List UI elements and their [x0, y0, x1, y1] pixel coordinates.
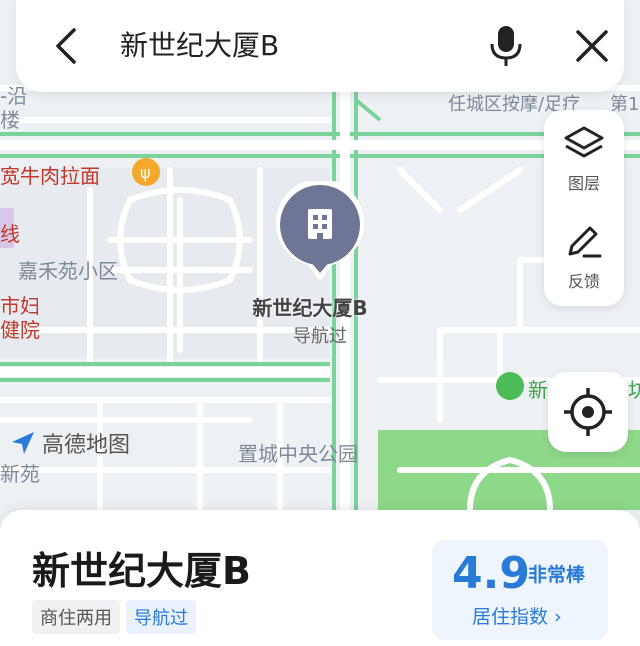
brand-logo: 高德地图 [10, 428, 130, 458]
living-score: 4.9 [452, 548, 530, 599]
living-index-card[interactable]: 4.9 非常棒 居住指数 › [432, 540, 608, 640]
pin-title[interactable]: 新世纪大厦B [240, 292, 380, 321]
crosshair-icon [564, 388, 612, 436]
green-poi-icon[interactable] [496, 372, 524, 400]
place-detail-sheet[interactable]: 新世纪大厦B 商住两用 导航过 4.9 非常棒 居住指数 › [0, 510, 640, 646]
feedback-label: 反馈 [567, 272, 600, 291]
close-icon[interactable] [572, 26, 612, 66]
map-label-green-poi[interactable]: 新 [528, 374, 548, 403]
map-label-edge-lou: 楼 [0, 108, 20, 132]
map-label-green-poi-suffix: 坊 [628, 378, 640, 402]
locate-me-button[interactable] [548, 372, 628, 452]
amap-logo-icon [12, 432, 34, 454]
living-rating: 非常棒 [528, 564, 586, 586]
living-index-link[interactable]: 居住指数 › [472, 602, 562, 629]
svg-text:ψ: ψ [140, 163, 151, 182]
layers-button[interactable]: 图层 [544, 124, 624, 194]
brand-name: 高德地图 [42, 433, 131, 458]
map-label-edge-xian: 线 [0, 222, 20, 246]
edit-pencil-icon [568, 226, 602, 258]
map-label-residential[interactable]: 嘉禾苑小区 [18, 255, 118, 284]
map-tools-panel: 图层 反馈 [544, 110, 624, 306]
map-label-hospital-2[interactable]: 健院 [0, 314, 40, 343]
place-title: 新世纪大厦B [32, 549, 251, 593]
tag-navigated: 导航过 [126, 600, 196, 634]
feedback-button[interactable]: 反馈 [544, 222, 624, 292]
search-bar: 新世纪大厦B [16, 0, 624, 92]
place-tags: 商住两用 导航过 [32, 600, 196, 634]
layers-label: 图层 [567, 174, 600, 193]
back-arrow-icon[interactable] [48, 24, 88, 68]
pin-subtitle: 导航过 [293, 326, 347, 347]
search-query[interactable]: 新世纪大厦B [120, 24, 279, 68]
map-label-xinyuan: 新苑 [0, 462, 40, 486]
location-pin-icon[interactable] [274, 181, 366, 285]
microphone-icon[interactable] [486, 22, 526, 70]
map-label-restaurant[interactable]: 宽牛肉拉面 [0, 160, 100, 189]
layers-icon [564, 126, 604, 158]
map-label-park[interactable]: 置城中央公园 [238, 438, 358, 467]
tag-type: 商住两用 [32, 600, 120, 634]
